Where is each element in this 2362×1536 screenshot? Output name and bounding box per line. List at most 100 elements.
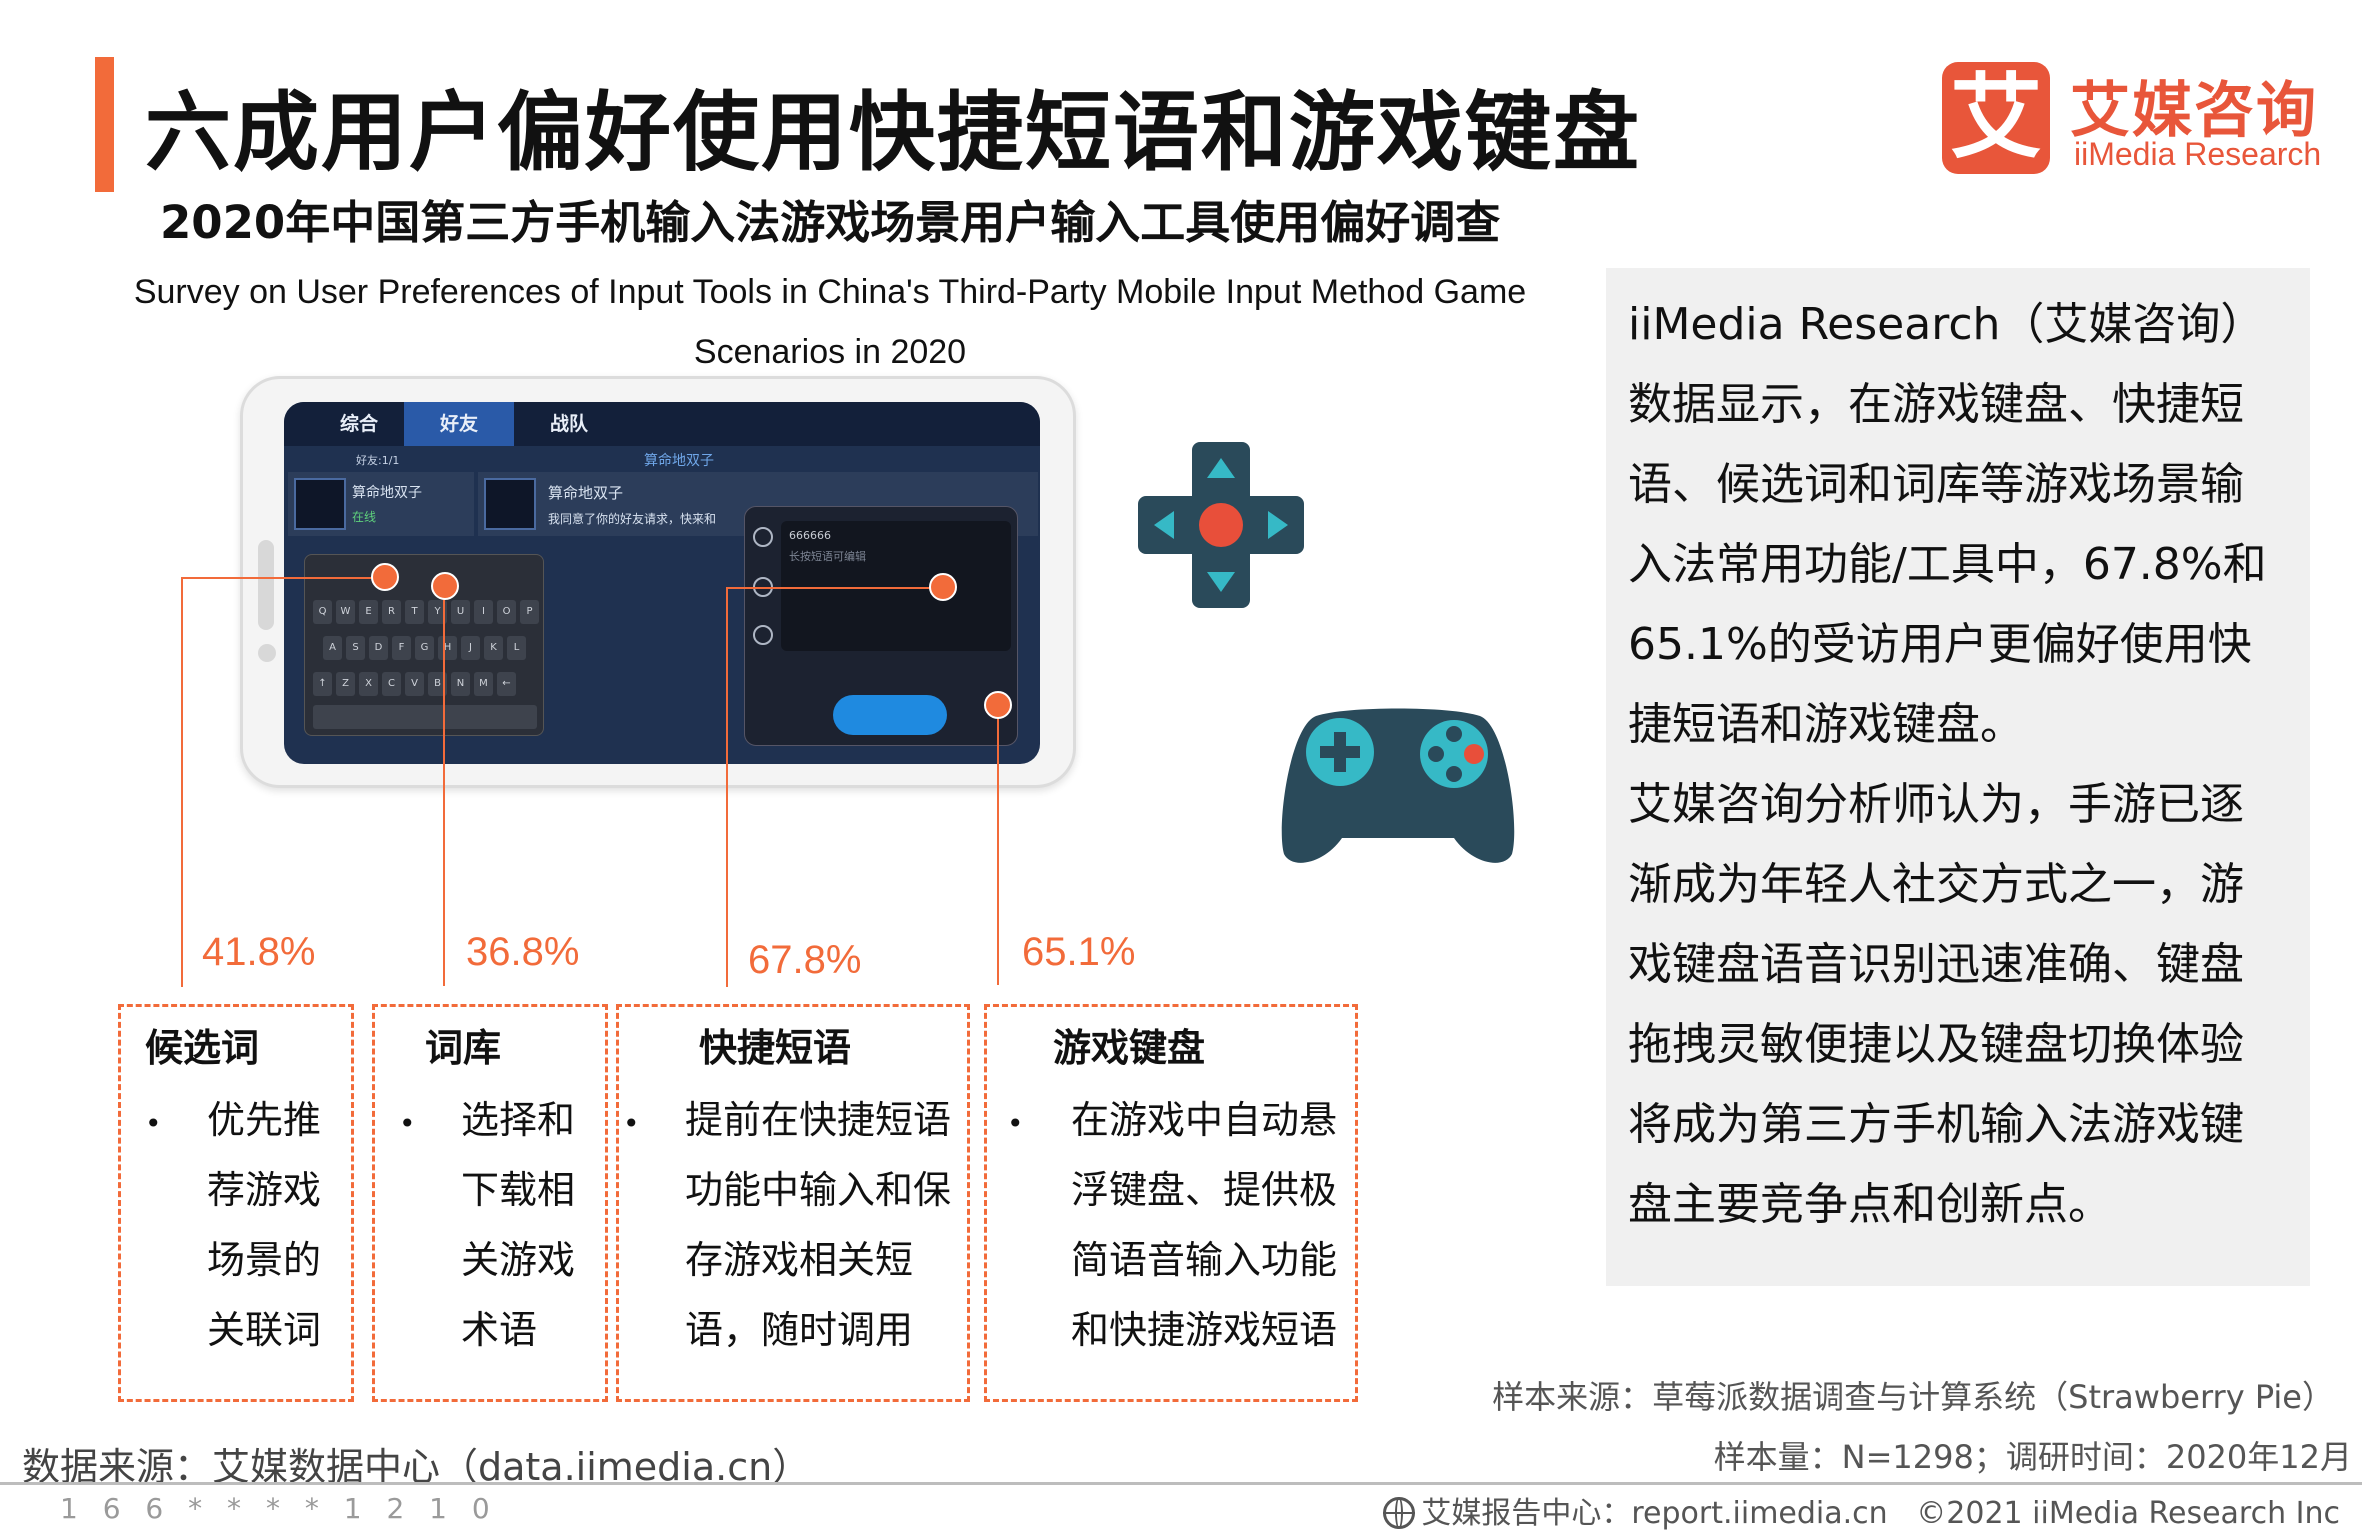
phone-home-button xyxy=(258,644,276,662)
game-tabbar: 综合 好友 战队 xyxy=(284,402,1040,446)
feature-line: 提前在快捷短语 xyxy=(685,1098,952,1142)
report-center[interactable]: 艾媒报告中心：report.iimedia.cn xyxy=(1421,1496,1887,1531)
feature-line: 关游戏 xyxy=(461,1238,576,1282)
connector-line xyxy=(443,586,445,986)
analysis-line: 捷短语和游戏键盘。 xyxy=(1628,699,2024,750)
feature-line: 关联词 xyxy=(207,1308,322,1352)
gamepad-icon xyxy=(1281,708,1515,863)
phrase-list: 666666 长按短语可编辑 xyxy=(781,521,1011,651)
phrase-hint: 长按短语可编辑 xyxy=(789,550,866,563)
copyright: ©2021 iiMedia Research Inc xyxy=(1916,1496,2340,1531)
bullet: • xyxy=(399,1107,416,1140)
analysis-line: 语、候选词和词库等游戏场景输 xyxy=(1628,459,2244,510)
percent-quick-phrase: 67.8% xyxy=(748,938,862,982)
footer-credits: 艾媒报告中心：report.iimedia.cn ©2021 iiMedia R… xyxy=(1383,1488,2340,1532)
game-keyboard: QWERTYUIOP ASDFGHJKL ↑ Z X C V B N M ← xyxy=(304,554,544,736)
logo-name-en: iiMedia Research xyxy=(2074,136,2322,172)
feature-description: 提前在快捷短语 功能中输入和保 存游戏相关短 语，随时调用 xyxy=(685,1085,971,1365)
avatar xyxy=(484,478,536,530)
key: P xyxy=(520,600,539,624)
keyboard-row-1: QWERTYUIOP xyxy=(313,599,543,625)
feature-line: 选择和 xyxy=(461,1098,576,1142)
add-icon xyxy=(753,625,773,645)
key: X xyxy=(359,672,378,696)
space-key xyxy=(313,705,537,729)
analysis-line: 将成为第三方手机输入法游戏键 xyxy=(1628,1099,2244,1150)
globe-icon xyxy=(1383,1497,1416,1529)
key: L xyxy=(507,636,526,660)
key: U xyxy=(451,600,470,624)
title-accent-bar xyxy=(95,57,114,192)
feature-line: 简语音输入功能 xyxy=(1071,1238,1338,1282)
key: Z xyxy=(336,672,355,696)
friend-row: 算命地双子 在线 xyxy=(288,472,474,536)
analysis-line: 65.1%的受访用户更偏好使用快 xyxy=(1628,619,2252,670)
sample-size: 样本量：N=1298；调研时间：2020年12月 xyxy=(1713,1438,2352,1476)
chat-header: 算命地双子 xyxy=(644,453,714,469)
marker-dot xyxy=(431,572,459,600)
bullet: • xyxy=(1007,1107,1024,1140)
key: O xyxy=(497,600,516,624)
feature-box-quick-phrase: 快捷短语 • 提前在快捷短语 功能中输入和保 存游戏相关短 语，随时调用 xyxy=(616,1004,970,1402)
key: W xyxy=(336,600,355,624)
mic-button xyxy=(833,695,947,735)
feature-line: 下载相 xyxy=(461,1168,576,1212)
key: N xyxy=(451,672,470,696)
analysis-text: iiMedia Research（艾媒咨询） 数据显示，在游戏键盘、快捷短 语、… xyxy=(1628,285,2278,1245)
dpad-icon xyxy=(1138,442,1304,608)
feature-line: 术语 xyxy=(461,1308,538,1352)
key: F xyxy=(392,636,411,660)
feature-line: 和快捷游戏短语 xyxy=(1071,1308,1338,1352)
key: V xyxy=(405,672,424,696)
connector-line xyxy=(181,577,385,579)
key: G xyxy=(415,636,434,660)
key: I xyxy=(474,600,493,624)
marker-dot xyxy=(929,573,957,601)
key: ↑ xyxy=(313,672,332,696)
key: ← xyxy=(497,672,516,696)
watermark: 1 6 6 * * * * 1 2 1 0 xyxy=(60,1492,498,1525)
key: T xyxy=(405,600,424,624)
logo-mark: 艾 xyxy=(1942,62,2050,174)
feature-title: 候选词 xyxy=(145,1026,260,1070)
tab-zhandui: 战队 xyxy=(549,413,588,435)
subtitle-en: Survey on User Preferences of Input Tool… xyxy=(133,273,1527,371)
feature-line: 在游戏中自动悬 xyxy=(1071,1098,1338,1142)
feature-description: 在游戏中自动悬 浮键盘、提供极 简语音输入功能 和快捷游戏短语 xyxy=(1071,1085,1359,1365)
chat-friend-name: 算命地双子 xyxy=(548,484,624,502)
feature-box-game-keyboard: 游戏键盘 • 在游戏中自动悬 浮键盘、提供极 简语音输入功能 和快捷游戏短语 xyxy=(984,1004,1358,1402)
keyboard-row-3: ↑ Z X C V B N M ← xyxy=(313,671,520,697)
analysis-line: 数据显示，在游戏键盘、快捷短 xyxy=(1628,379,2244,430)
analysis-line: 盘主要竞争点和创新点。 xyxy=(1628,1179,2112,1230)
feature-line: 存游戏相关短 xyxy=(685,1238,914,1282)
feature-title: 游戏键盘 xyxy=(1053,1026,1206,1070)
feature-line: 荐游戏 xyxy=(207,1168,322,1212)
tab-haoyou: 好友 xyxy=(404,402,514,446)
connector-line xyxy=(726,587,943,589)
feature-line: 场景的 xyxy=(207,1238,322,1282)
feature-line: 功能中输入和保 xyxy=(685,1168,952,1212)
page-title: 六成用户偏好使用快捷短语和游戏键盘 xyxy=(145,83,1641,183)
phone-side-button xyxy=(258,540,274,630)
key: M xyxy=(474,672,493,696)
feature-title: 词库 xyxy=(425,1026,502,1070)
percent-game-keyboard: 65.1% xyxy=(1022,930,1136,974)
phrase-panel: 666666 长按短语可编辑 xyxy=(744,506,1018,746)
key: J xyxy=(461,636,480,660)
analysis-line: iiMedia Research（艾媒咨询） xyxy=(1628,299,2265,350)
feature-description: 选择和 下载相 关游戏 术语 xyxy=(461,1085,601,1365)
footer-divider xyxy=(0,1482,2362,1485)
bullet: • xyxy=(145,1107,162,1140)
key: S xyxy=(346,636,365,660)
bullet: • xyxy=(623,1107,640,1140)
connector-line xyxy=(181,577,183,987)
keyboard-row-2: ASDFGHJKL xyxy=(323,635,530,661)
feature-box-lexicon: 词库 • 选择和 下载相 关游戏 术语 xyxy=(372,1004,608,1402)
phrase-text: 666666 xyxy=(789,529,831,542)
percent-candidate-words: 41.8% xyxy=(202,930,316,974)
subtitle-cn: 2020年中国第三方手机输入法游戏场景用户输入工具使用偏好调查 xyxy=(160,196,1501,249)
feature-line: 优先推 xyxy=(207,1098,322,1142)
analysis-line: 渐成为年轻人社交方式之一，游 xyxy=(1628,859,2244,910)
key: K xyxy=(484,636,503,660)
tab-zonghe: 综合 xyxy=(339,413,378,435)
